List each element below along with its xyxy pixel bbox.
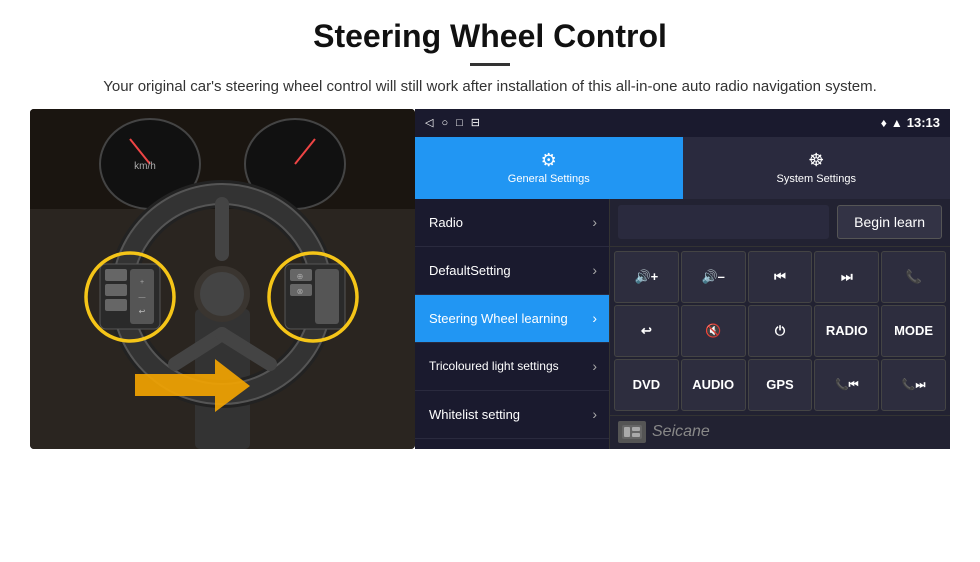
svg-text:+: +: [140, 279, 144, 286]
tab-general[interactable]: ⚙ General Settings: [415, 137, 683, 199]
learn-empty-field: [618, 205, 829, 239]
general-settings-icon: ⚙: [541, 150, 557, 171]
nav-back-icon[interactable]: ◁: [425, 116, 433, 129]
mute-button[interactable]: 🔇: [681, 305, 746, 357]
tel-prev-button[interactable]: 📞⏮: [814, 359, 879, 411]
next-icon: ⏭: [841, 269, 853, 285]
nav-cast-icon[interactable]: ⊟: [471, 116, 480, 129]
menu-list: Radio › DefaultSetting › Steering Wheel …: [415, 199, 610, 449]
begin-learn-button[interactable]: Begin learn: [837, 205, 942, 239]
tel-next-icon: 📞⏭: [902, 378, 926, 392]
content-area: km/h + —: [0, 109, 980, 562]
svg-text:—: —: [139, 294, 146, 301]
clock: 13:13: [907, 115, 940, 130]
vol-up-icon: 🔊+: [635, 269, 659, 285]
mode-label: MODE: [894, 323, 933, 338]
dvd-label: DVD: [633, 377, 660, 392]
svg-text:⊗: ⊗: [297, 287, 304, 296]
buttons-row-1: 🔊+ 🔊– ⏮ ⏭ 📞: [614, 251, 946, 303]
nav-recents-icon[interactable]: □: [456, 117, 463, 129]
power-button[interactable]: ⏻: [748, 305, 813, 357]
menu-item-default[interactable]: DefaultSetting ›: [415, 247, 609, 295]
android-body: Radio › DefaultSetting › Steering Wheel …: [415, 199, 950, 449]
tab-system-label: System Settings: [777, 173, 856, 185]
vol-down-button[interactable]: 🔊–: [681, 251, 746, 303]
chevron-icon: ›: [592, 262, 597, 278]
chevron-icon: ›: [592, 406, 597, 422]
buttons-row-3: DVD AUDIO GPS 📞⏮: [614, 359, 946, 411]
menu-item-whitelist[interactable]: Whitelist setting ›: [415, 391, 609, 439]
menu-item-steering[interactable]: Steering Wheel learning ›: [415, 295, 609, 343]
steering-wheel-svg: km/h + —: [30, 109, 415, 449]
svg-text:⊕: ⊕: [297, 272, 304, 281]
vol-up-button[interactable]: 🔊+: [614, 251, 679, 303]
mute-icon: 🔇: [705, 323, 721, 339]
audio-label: AUDIO: [692, 377, 734, 392]
power-icon: ⏻: [775, 323, 785, 339]
mode-button[interactable]: MODE: [881, 305, 946, 357]
menu-item-steering-label: Steering Wheel learning: [429, 311, 568, 326]
location-icon: ♦: [881, 116, 887, 130]
title-divider: [470, 63, 510, 66]
controls-panel: Begin learn 🔊+ 🔊–: [610, 199, 950, 449]
watermark-row: Seicane: [610, 415, 950, 449]
prev-button[interactable]: ⏮: [748, 251, 813, 303]
menu-item-radio[interactable]: Radio ›: [415, 199, 609, 247]
radio-label: RADIO: [826, 323, 868, 338]
hangup-icon: ↩: [641, 323, 652, 339]
chevron-icon: ›: [592, 214, 597, 230]
tel-prev-icon: 📞⏮: [835, 378, 859, 392]
header-section: Steering Wheel Control Your original car…: [0, 0, 980, 109]
svg-text:↩: ↩: [139, 307, 146, 316]
dvd-button[interactable]: DVD: [614, 359, 679, 411]
gps-label: GPS: [766, 377, 793, 392]
subtitle: Your original car's steering wheel contr…: [100, 76, 880, 99]
menu-item-default-label: DefaultSetting: [429, 263, 511, 278]
tab-general-label: General Settings: [508, 173, 590, 185]
statusbar-right: ♦ ▲ 13:13: [881, 115, 940, 130]
hangup-button[interactable]: ↩: [614, 305, 679, 357]
menu-item-tricoloured[interactable]: Tricoloured light settings ›: [415, 343, 609, 391]
system-settings-icon: ☸: [808, 150, 824, 171]
audio-button[interactable]: AUDIO: [681, 359, 746, 411]
chevron-icon: ›: [592, 358, 597, 374]
begin-learn-row: Begin learn: [610, 199, 950, 247]
page-wrapper: Steering Wheel Control Your original car…: [0, 0, 980, 562]
call-button[interactable]: 📞: [881, 251, 946, 303]
nav-home-icon[interactable]: ○: [441, 117, 448, 129]
menu-item-tricoloured-label: Tricoloured light settings: [429, 359, 559, 373]
svg-text:km/h: km/h: [134, 161, 156, 172]
next-button[interactable]: ⏭: [814, 251, 879, 303]
car-image-container: km/h + —: [30, 109, 415, 449]
control-buttons: 🔊+ 🔊– ⏮ ⏭ 📞: [610, 247, 950, 415]
menu-item-whitelist-label: Whitelist setting: [429, 407, 520, 422]
radio-button[interactable]: RADIO: [814, 305, 879, 357]
statusbar-nav: ◁ ○ □ ⊟: [425, 116, 480, 129]
android-panel: ◁ ○ □ ⊟ ♦ ▲ 13:13 ⚙ General Settings: [415, 109, 950, 449]
signal-icon: ▲: [891, 116, 903, 130]
tel-next-button[interactable]: 📞⏭: [881, 359, 946, 411]
call-icon: 📞: [905, 269, 921, 285]
seicane-logo-icon: [618, 421, 646, 443]
gps-button[interactable]: GPS: [748, 359, 813, 411]
android-statusbar: ◁ ○ □ ⊟ ♦ ▲ 13:13: [415, 109, 950, 137]
buttons-row-2: ↩ 🔇 ⏻ RADIO MOD: [614, 305, 946, 357]
tab-system[interactable]: ☸ System Settings: [683, 137, 951, 199]
vol-down-icon: 🔊–: [701, 269, 724, 285]
prev-icon: ⏮: [774, 269, 786, 285]
menu-item-radio-label: Radio: [429, 215, 463, 230]
page-title: Steering Wheel Control: [60, 18, 920, 55]
seicane-watermark: Seicane: [652, 423, 710, 441]
chevron-icon: ›: [592, 310, 597, 326]
android-tabs: ⚙ General Settings ☸ System Settings: [415, 137, 950, 199]
